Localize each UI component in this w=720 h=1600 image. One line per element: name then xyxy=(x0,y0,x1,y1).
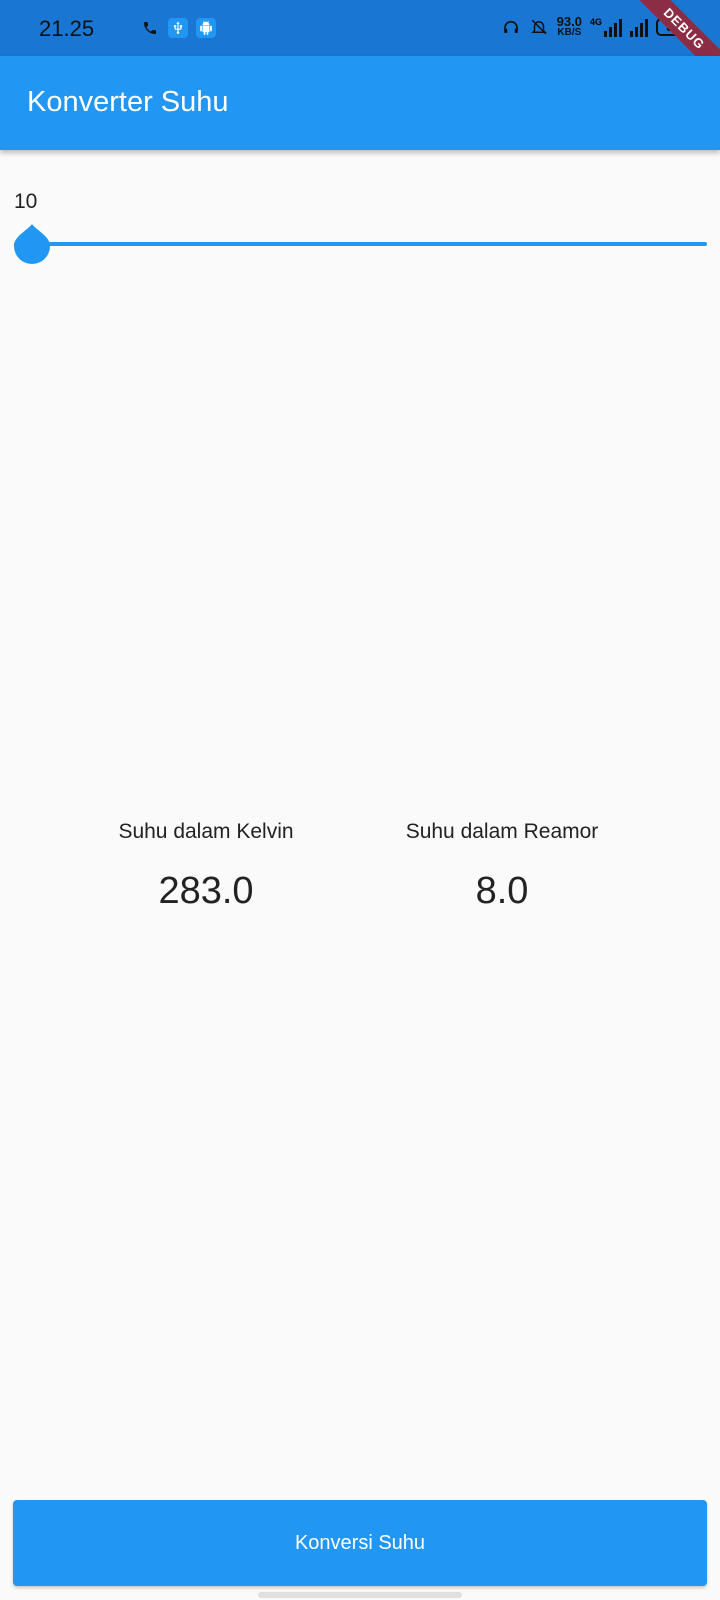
reamur-column: Suhu dalam Reamor 8.0 xyxy=(352,820,652,913)
network-speed: 93.0 KB/S xyxy=(556,14,582,38)
reamur-value: 8.0 xyxy=(475,870,529,912)
kelvin-label: Suhu dalam Kelvin xyxy=(118,820,294,843)
gesture-nav-handle xyxy=(258,1592,462,1598)
phone-icon xyxy=(140,18,160,38)
app-title: Konverter Suhu xyxy=(27,86,229,118)
mute-icon xyxy=(529,17,549,37)
kelvin-column: Suhu dalam Kelvin 283.0 xyxy=(56,820,356,913)
android-icon xyxy=(196,18,216,38)
network-speed-value: 93.0 xyxy=(556,14,582,29)
kelvin-value: 283.0 xyxy=(158,870,254,912)
signal-icon-2 xyxy=(630,17,648,37)
temperature-slider[interactable] xyxy=(14,224,707,264)
app-bar: Konverter Suhu xyxy=(0,56,720,150)
status-icons-left xyxy=(140,18,216,38)
slider-thumb[interactable] xyxy=(14,224,50,264)
slider-track[interactable] xyxy=(14,242,707,246)
slider-value-label: 10 xyxy=(14,190,38,213)
reamur-label: Suhu dalam Reamor xyxy=(405,820,599,843)
convert-button[interactable]: Konversi Suhu xyxy=(13,1500,707,1586)
usb-icon xyxy=(168,18,188,38)
status-time: 21.25 xyxy=(39,16,95,41)
signal-icon: 4G xyxy=(590,17,622,37)
network-type: 4G xyxy=(589,17,602,27)
headphones-icon xyxy=(501,17,521,37)
status-bar: 21.25 93.0 KB/S 4G 82 D xyxy=(0,0,720,87)
network-speed-unit: KB/S xyxy=(557,27,582,38)
